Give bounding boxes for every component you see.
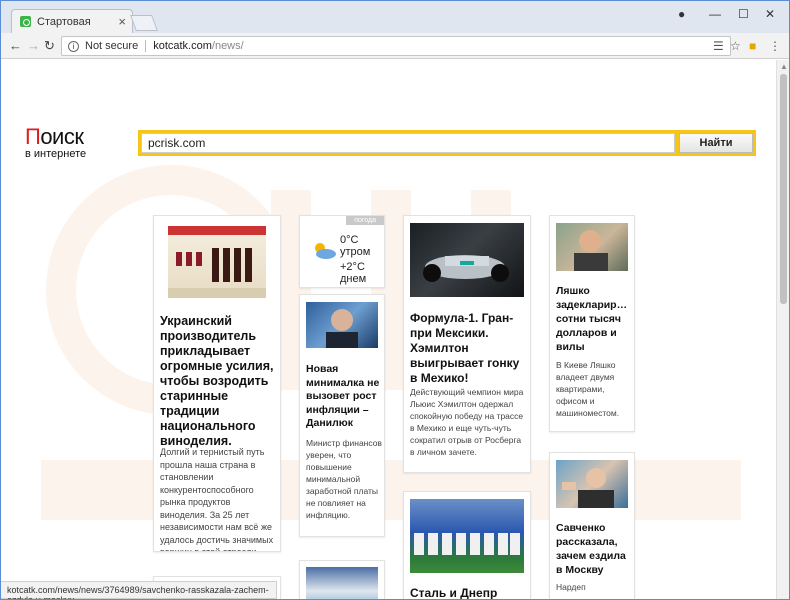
- close-window-icon[interactable]: ✕: [765, 7, 775, 21]
- news-card-savchenko[interactable]: Савченко рассказала, зачем ездила в Моск…: [549, 452, 635, 599]
- new-tab-button[interactable]: [130, 15, 158, 31]
- scroll-up-icon[interactable]: ▲: [780, 62, 788, 71]
- search-input[interactable]: pcrisk.com: [141, 133, 675, 153]
- lyashko-news-image: [556, 223, 628, 271]
- vertical-scrollbar[interactable]: ▲: [776, 60, 789, 599]
- wine-news-image: [168, 226, 266, 298]
- card-text: Действующий чемпион мира Льюис Хэмилтон …: [410, 387, 524, 457]
- tab-title: Стартовая: [37, 15, 91, 28]
- browser-tab[interactable]: Стартовая ×: [11, 9, 133, 33]
- minimize-icon[interactable]: —: [709, 7, 721, 21]
- weather-day: +2°C днем: [340, 261, 367, 285]
- info-icon[interactable]: i: [68, 40, 79, 52]
- danilyuk-news-image: [306, 302, 378, 348]
- browser-toolbar: ← → ↻ i Not secure kotcatk.com /news/ ☰ …: [1, 33, 789, 59]
- back-arrow-icon[interactable]: ←: [9, 38, 22, 53]
- bookmark-star-icon[interactable]: ☆: [730, 39, 741, 53]
- logo-subtitle: в интернете: [25, 148, 87, 160]
- stadium-news-image: [306, 567, 378, 599]
- site-favicon-icon: [20, 16, 31, 27]
- news-card-dnepr[interactable]: Сталь и Днепр: [403, 491, 531, 599]
- search-bar: pcrisk.com Найти: [138, 130, 756, 156]
- card-text: Министр финансов уверен, что повышение м…: [306, 438, 382, 520]
- translate-icon[interactable]: ☰: [713, 39, 724, 53]
- team-news-image: [410, 499, 524, 573]
- browser-window: Стартовая × ● — ☐ ✕ ← → ↻ i Not secure k…: [0, 0, 790, 600]
- savchenko-news-image: [556, 460, 628, 508]
- address-bar[interactable]: i Not secure kotcatk.com /news/: [61, 36, 731, 56]
- folder-icon[interactable]: ■: [749, 39, 756, 53]
- card-title[interactable]: Сталь и Днепр: [410, 586, 526, 599]
- card-title[interactable]: Савченко рассказала, зачем ездила в Моск…: [556, 521, 632, 577]
- card-title[interactable]: Украинский производитель прикладывает ог…: [160, 314, 278, 449]
- maximize-icon[interactable]: ☐: [738, 7, 749, 21]
- partly-cloudy-icon: [315, 243, 336, 259]
- card-text: Долгий и тернистый путь прошла наша стра…: [160, 447, 274, 552]
- news-card-wine[interactable]: Украинский производитель прикладывает ог…: [153, 215, 281, 552]
- card-text: Нардеп: [556, 582, 586, 592]
- news-card-f1[interactable]: Формула-1. Гран-при Мексики. Хэмилтон вы…: [403, 215, 531, 473]
- tab-strip: Стартовая × ● — ☐ ✕: [1, 1, 789, 33]
- status-bar-url: kotcatk.com/news/news/3764989/savchenko-…: [1, 581, 277, 599]
- reload-icon[interactable]: ↻: [44, 38, 55, 54]
- forward-arrow-icon[interactable]: →: [27, 38, 40, 53]
- close-tab-icon[interactable]: ×: [118, 14, 126, 29]
- card-text: В Киеве Ляшко владеет двумя квартирами, …: [556, 360, 620, 418]
- weather-tag: погода: [346, 216, 384, 225]
- profile-icon[interactable]: ●: [678, 7, 685, 21]
- scrollbar-thumb[interactable]: [780, 74, 787, 304]
- news-card-stadium[interactable]: [299, 560, 385, 599]
- card-title[interactable]: Формула-1. Гран-при Мексики. Хэмилтон вы…: [410, 311, 526, 386]
- weather-widget[interactable]: погода 0°C утром +2°C днем: [299, 215, 385, 288]
- logo-title: Поиск: [25, 124, 84, 149]
- news-card-danilyuk[interactable]: Новая минималка не вызовет рост инфляции…: [299, 294, 385, 537]
- f1-news-image: [410, 223, 524, 297]
- site-logo[interactable]: Поиск в интернете: [25, 124, 86, 160]
- menu-icon[interactable]: ⋮: [769, 39, 781, 53]
- card-title[interactable]: Ляшко задекларир… сотни тысяч долларов и…: [556, 284, 632, 354]
- security-label: Not secure: [85, 40, 139, 52]
- watermark-logo: [41, 165, 741, 520]
- weather-morning: 0°C утром: [340, 234, 371, 258]
- news-card-lyashko[interactable]: Ляшко задекларир… сотни тысяч долларов и…: [549, 215, 635, 432]
- search-button[interactable]: Найти: [679, 133, 753, 153]
- address-separator: [145, 40, 147, 52]
- page-content: Поиск в интернете pcrisk.com Найти Украи…: [1, 60, 776, 599]
- url-path: /news/: [211, 40, 244, 52]
- card-title[interactable]: Новая минималка не вызовет рост инфляции…: [306, 363, 382, 431]
- url-host: kotcatk.com: [153, 40, 212, 52]
